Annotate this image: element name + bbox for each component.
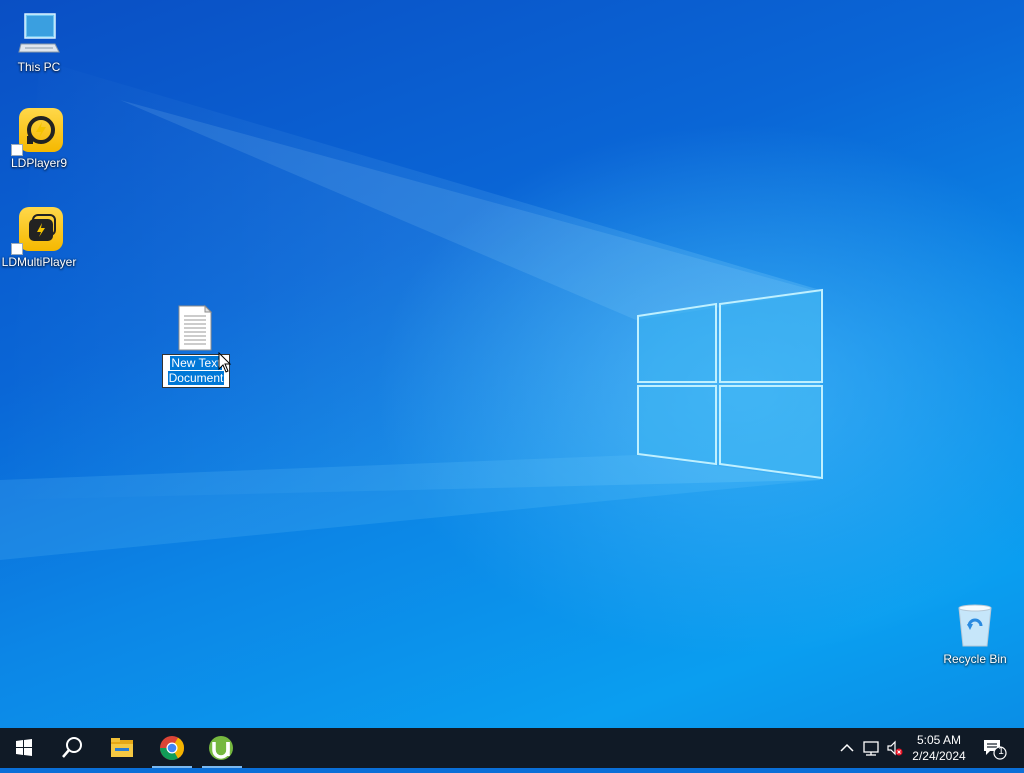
desktop-icon-ldmultiplayer[interactable]: LDMultiPlayer xyxy=(0,205,78,270)
clock-date: 2/24/2024 xyxy=(912,749,966,763)
desktop-icon-recycle-bin[interactable]: Recycle Bin xyxy=(936,602,1014,667)
recycle-bin-icon xyxy=(951,602,999,650)
volume-tray-button[interactable] xyxy=(886,738,904,758)
ldplayer9-icon xyxy=(11,106,63,156)
search-button[interactable] xyxy=(48,728,96,768)
desktop-icon-label: LDMultiPlayer xyxy=(1,255,77,269)
text-document-icon xyxy=(171,304,219,352)
chrome-icon xyxy=(160,736,184,761)
rename-selected-text-line2: Document xyxy=(167,371,225,385)
action-center-button[interactable]: 1 xyxy=(982,738,1008,760)
taskbar-app-file-explorer[interactable] xyxy=(98,728,146,768)
desktop-icon-label: This PC xyxy=(17,60,61,74)
utorrent-icon xyxy=(209,736,233,760)
desktop-icon-label: LDPlayer9 xyxy=(10,156,68,170)
show-hidden-icons-button[interactable] xyxy=(838,738,856,758)
taskbar-clock[interactable]: 5:05 AM 2/24/2024 xyxy=(904,732,974,764)
ldmultiplayer-icon xyxy=(11,205,63,255)
taskbar-app-chrome[interactable] xyxy=(148,728,196,768)
rename-selected-text-line1: New Text xyxy=(170,356,222,370)
this-pc-icon xyxy=(15,10,63,58)
shortcut-arrow-icon xyxy=(11,243,23,255)
file-explorer-icon xyxy=(111,738,133,757)
desktop-icon-label: Recycle Bin xyxy=(943,652,1007,666)
notification-count-badge: 1 xyxy=(998,746,1004,757)
show-hidden-icons-chevron-icon xyxy=(840,743,854,752)
shortcut-arrow-icon xyxy=(11,144,23,156)
clock-time: 5:05 AM xyxy=(916,733,962,747)
desktop-icon-new-text-document[interactable] xyxy=(156,304,234,352)
volume-muted-icon xyxy=(887,740,903,756)
taskbar: 5:05 AM 2/24/2024 1 xyxy=(0,728,1024,768)
search-icon xyxy=(62,737,82,758)
taskbar-app-utorrent[interactable] xyxy=(198,728,246,768)
start-button[interactable] xyxy=(0,728,48,768)
windows-start-icon xyxy=(16,739,32,756)
mouse-cursor-icon xyxy=(218,352,232,373)
network-tray-button[interactable] xyxy=(862,738,880,758)
wallpaper-light-beams xyxy=(0,60,820,560)
network-icon xyxy=(863,741,879,756)
windows-logo-wallpaper xyxy=(637,288,823,480)
desktop-background: This PC LDPlayer9 LDMultiPlayer New Text… xyxy=(0,0,1024,728)
desktop-icon-ldplayer9[interactable]: LDPlayer9 xyxy=(0,106,78,171)
desktop-icon-this-pc[interactable]: This PC xyxy=(0,10,78,75)
